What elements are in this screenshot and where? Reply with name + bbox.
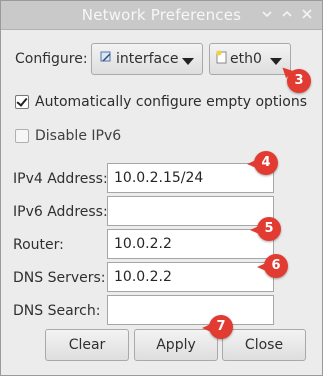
annotation-badge-3: 3 xyxy=(287,69,311,93)
ipv6-label: IPv6 Address: xyxy=(13,204,108,220)
auto-configure-checkbox[interactable] xyxy=(15,95,29,109)
configure-label: Configure: xyxy=(15,51,88,67)
dropdown-arrow-icon xyxy=(270,58,282,65)
configure-device-value: eth0 xyxy=(230,51,262,67)
configure-type-value: interface xyxy=(116,51,179,67)
disable-ipv6-label: Disable IPv6 xyxy=(35,128,122,144)
minimize-button[interactable] xyxy=(257,5,277,25)
wrench-icon xyxy=(100,50,114,68)
disable-ipv6-option[interactable]: Disable IPv6 xyxy=(15,128,121,144)
chevron-up-icon xyxy=(282,10,292,17)
dns-search-label: DNS Search: xyxy=(13,303,101,319)
ipv6-address-field[interactable] xyxy=(107,196,274,226)
dns-servers-label: DNS Servers: xyxy=(13,270,106,286)
clear-button[interactable]: Clear xyxy=(45,329,129,361)
router-field[interactable]: 10.0.2.2 xyxy=(107,229,274,259)
dropdown-arrow-icon xyxy=(182,58,194,65)
auto-configure-label: Automatically configure empty options xyxy=(35,94,308,110)
dns-servers-field[interactable]: 10.0.2.2 xyxy=(107,262,274,292)
close-window-button[interactable] xyxy=(297,5,317,25)
configure-type-dropdown[interactable]: interface xyxy=(91,43,203,75)
annotation-badge-7: 7 xyxy=(202,315,233,339)
annotation-badge-6: 6 xyxy=(257,254,288,278)
annotation-badge-5: 5 xyxy=(250,217,281,241)
network-preferences-window: Network Preferences Configure: interface… xyxy=(0,0,323,376)
maximize-button[interactable] xyxy=(277,5,297,25)
ipv4-label: IPv4 Address: xyxy=(13,171,108,187)
apply-button[interactable]: Apply xyxy=(134,329,218,361)
close-button[interactable]: Close xyxy=(222,329,306,361)
auto-configure-option[interactable]: Automatically configure empty options xyxy=(15,94,307,110)
router-label: Router: xyxy=(13,237,64,253)
close-icon xyxy=(302,9,312,19)
dns-search-field[interactable] xyxy=(107,295,274,325)
chevron-down-icon xyxy=(262,11,272,18)
disable-ipv6-checkbox[interactable] xyxy=(15,129,29,143)
title-bar[interactable]: Network Preferences xyxy=(1,1,322,30)
star-new-icon xyxy=(216,50,228,68)
annotation-badge-4: 4 xyxy=(247,151,278,175)
